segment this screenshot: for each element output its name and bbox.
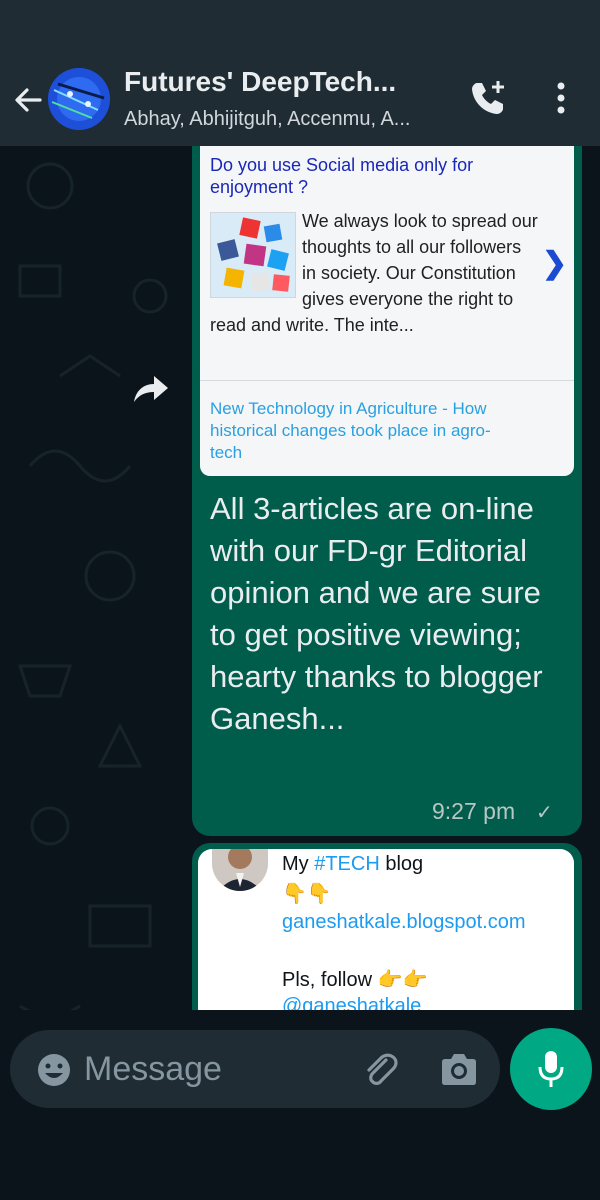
camera-icon[interactable] — [438, 1050, 480, 1090]
add-call-icon[interactable] — [468, 78, 508, 118]
message-field[interactable] — [10, 1030, 500, 1108]
group-avatar-image — [48, 68, 110, 130]
thumbnail-spacer — [210, 208, 302, 296]
tweet-line-1: My #TECH blog — [282, 853, 423, 876]
chat-title[interactable]: Futures' DeepTech... — [124, 66, 396, 98]
sent-check-icon: ✓ — [536, 802, 553, 824]
message-timestamp: 9:27 pm — [432, 798, 516, 824]
tweet-prefix: My — [282, 853, 315, 875]
status-bar — [0, 0, 600, 52]
message-text: All 3-articles are on-line with our FD-g… — [210, 491, 543, 736]
voice-record-button[interactable] — [510, 1028, 592, 1110]
tweet-follow-emoji: 👉👉 — [377, 969, 428, 991]
emoji-icon[interactable] — [36, 1052, 72, 1088]
tweet-suffix: blog — [379, 853, 424, 875]
attach-icon[interactable] — [360, 1050, 400, 1090]
tweet-emoji-line: 👇👇 — [282, 883, 332, 905]
preview-description[interactable]: We always look to spread our thoughts to… — [210, 208, 540, 338]
outgoing-message-bubble[interactable]: Do you use Social media only for enjoyme… — [192, 146, 582, 836]
chat-participants[interactable]: Abhay, Abhijitguh, Accenmu, A... — [124, 108, 410, 131]
author-photo — [212, 849, 268, 891]
tweet-author-avatar — [212, 849, 268, 891]
preview-divider — [200, 380, 574, 381]
tweet-screenshot[interactable]: My #TECH blog 👇👇 ganeshatkale.blogspot.c… — [198, 849, 574, 1019]
tweet-follow-line: Pls, follow 👉👉 — [282, 967, 427, 992]
back-arrow-icon[interactable] — [10, 82, 46, 118]
more-vertical-icon[interactable] — [548, 78, 574, 118]
tweet-hashtag[interactable]: #TECH — [314, 853, 380, 875]
chat-header: Futures' DeepTech... Abhay, Abhijitguh, … — [0, 52, 600, 146]
chevron-right-icon[interactable]: ❯ — [542, 246, 567, 281]
article-link[interactable]: New Technology in Agriculture - How hist… — [210, 398, 510, 464]
link-preview-card[interactable]: Do you use Social media only for enjoyme… — [200, 146, 574, 476]
mic-icon — [538, 1051, 564, 1087]
forward-icon[interactable] — [130, 372, 170, 406]
tweet-blog-link[interactable]: ganeshatkale.blogspot.com — [282, 911, 526, 934]
preview-title[interactable]: Do you use Social media only for enjoyme… — [210, 154, 510, 198]
group-avatar[interactable] — [48, 68, 110, 130]
message-composer — [0, 1010, 600, 1200]
tweet-follow-text: Pls, follow — [282, 969, 378, 991]
message-input[interactable] — [84, 1044, 354, 1094]
